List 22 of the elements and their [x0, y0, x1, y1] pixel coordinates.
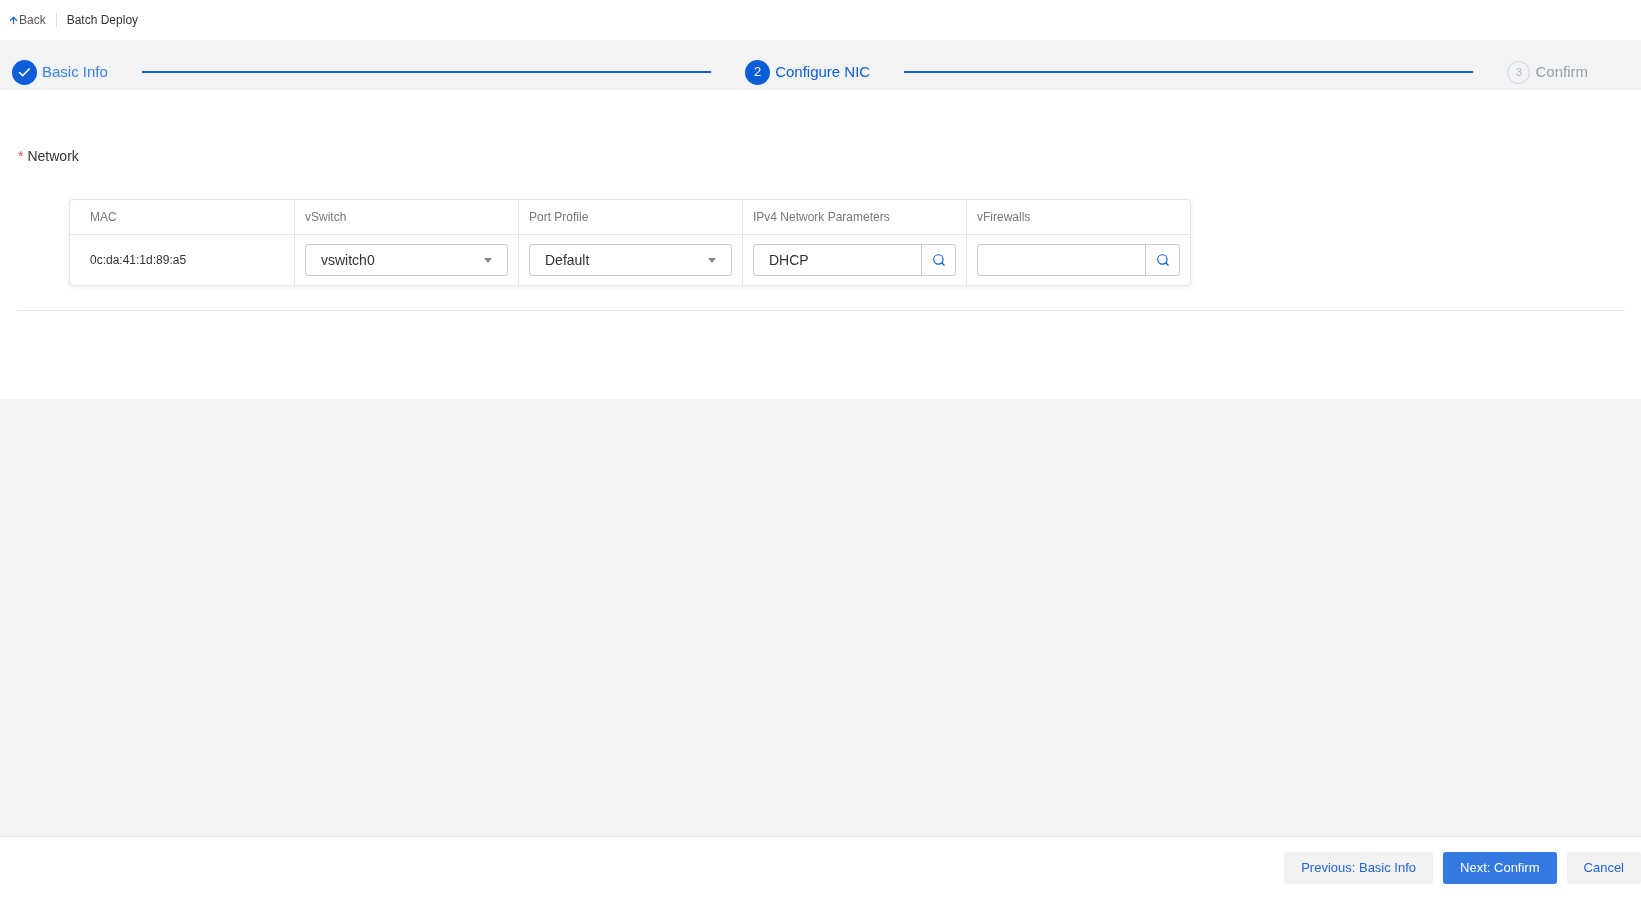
- arrow-up-icon: [8, 14, 19, 26]
- select-field[interactable]: vswitch0: [305, 244, 508, 276]
- column-header: IPv4 Network Parameters: [742, 200, 966, 234]
- back-link[interactable]: Back: [8, 11, 46, 29]
- column-header: vSwitch: [294, 200, 518, 234]
- footer-button[interactable]: Previous: Basic Info: [1284, 851, 1434, 884]
- page-title: Batch Deploy: [66, 12, 139, 29]
- footer-button[interactable]: Next: Confirm: [1443, 851, 1557, 884]
- table-cell-text: 0c:da:41:1d:89:a5: [89, 252, 188, 269]
- select-field[interactable]: Default: [529, 244, 732, 276]
- column-header: vFirewalls: [966, 200, 1190, 234]
- step-label: Confirm: [1535, 61, 1588, 82]
- search-field[interactable]: DHCP: [753, 244, 956, 276]
- column-header: MAC: [89, 209, 118, 226]
- search-field[interactable]: [977, 244, 1180, 276]
- step-label: Configure NIC: [775, 61, 871, 82]
- column-header: Port Profile: [518, 200, 742, 234]
- step-label: Basic Info: [42, 61, 108, 82]
- required-mark: *: [18, 147, 24, 166]
- step-number: 2: [745, 59, 771, 85]
- field-label: Network: [27, 147, 79, 166]
- footer-button[interactable]: Cancel: [1566, 851, 1641, 884]
